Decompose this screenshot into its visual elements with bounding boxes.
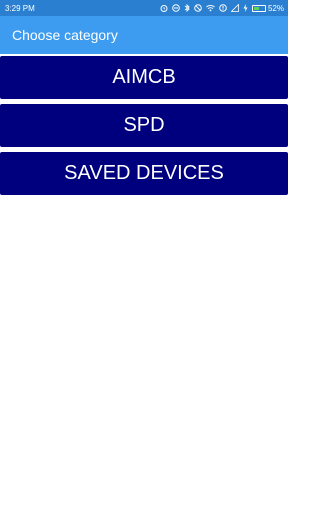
category-label: AIMCB — [112, 66, 176, 88]
battery-body — [251, 4, 266, 12]
alarm-icon — [160, 4, 168, 12]
category-label: SAVED DEVICES — [64, 162, 224, 184]
saved-devices-button[interactable]: SAVED DEVICES — [0, 152, 288, 195]
silent-icon — [194, 4, 202, 12]
battery-icon: 52% — [251, 3, 284, 13]
aimcb-button[interactable]: AIMCB — [0, 56, 288, 99]
no-sim-icon — [219, 4, 227, 12]
signal-icon — [230, 4, 239, 12]
charging-icon — [243, 4, 248, 12]
wifi-icon — [206, 4, 215, 12]
spd-button[interactable]: SPD — [0, 104, 288, 147]
category-list: AIMCB SPD SAVED DEVICES — [0, 56, 288, 200]
battery-fill — [253, 6, 259, 10]
status-bar: 3:29 PM 52% — [0, 0, 288, 16]
status-icons: 52% — [160, 4, 284, 13]
page-title: Choose category — [12, 27, 118, 43]
bluetooth-icon — [184, 4, 190, 12]
status-time: 3:29 PM — [5, 3, 35, 13]
app-bar: Choose category — [0, 16, 288, 54]
no-disturb-icon — [172, 4, 180, 12]
category-label: SPD — [123, 114, 165, 136]
battery-percent: 52% — [267, 3, 284, 13]
